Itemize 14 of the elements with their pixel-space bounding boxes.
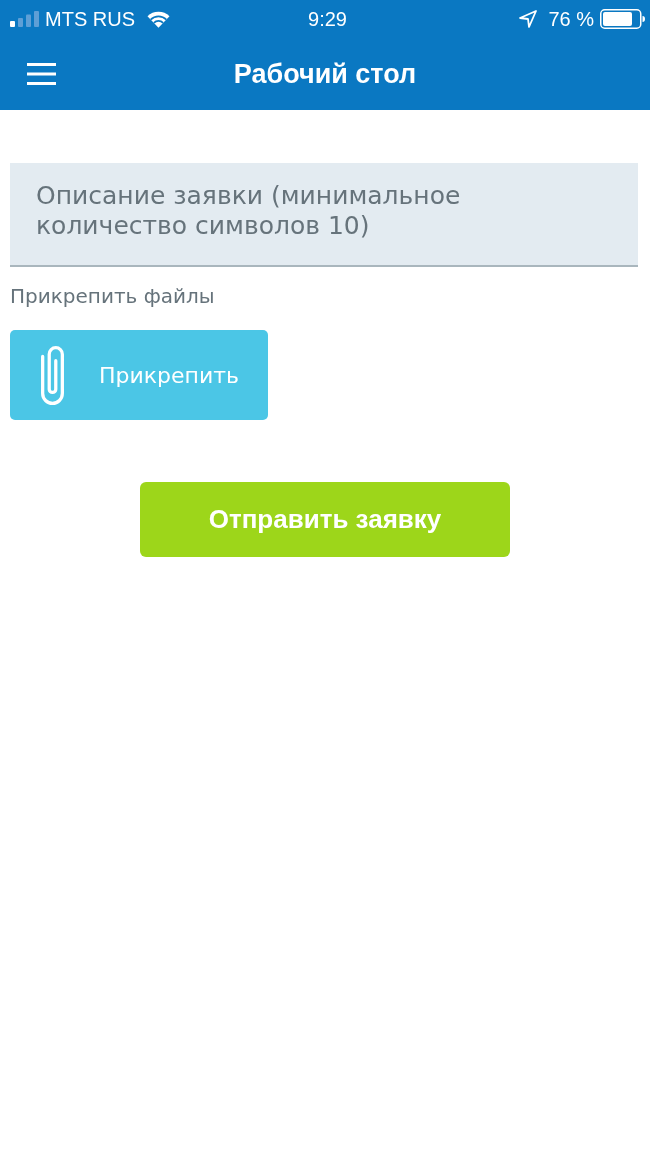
attach-files-label: Прикрепить файлы (10, 284, 215, 308)
carrier-name: MTS RUS (45, 7, 135, 31)
signal-icon (10, 11, 40, 27)
description-field[interactable]: Описание заявки (минимальное количество символов 10) (10, 163, 638, 267)
battery-percentage: 76 % (548, 7, 594, 31)
location-arrow-icon (519, 10, 538, 28)
paperclip-icon (41, 345, 64, 405)
clock-time: 9:29 (308, 7, 347, 31)
screen-title: Рабочий стол (232, 58, 418, 90)
submit-button[interactable]: Отправить заявку (140, 482, 510, 557)
battery-icon (600, 9, 645, 29)
menu-icon[interactable] (27, 63, 56, 85)
wifi-icon (147, 10, 170, 28)
attach-button[interactable]: Прикрепить (10, 330, 268, 420)
